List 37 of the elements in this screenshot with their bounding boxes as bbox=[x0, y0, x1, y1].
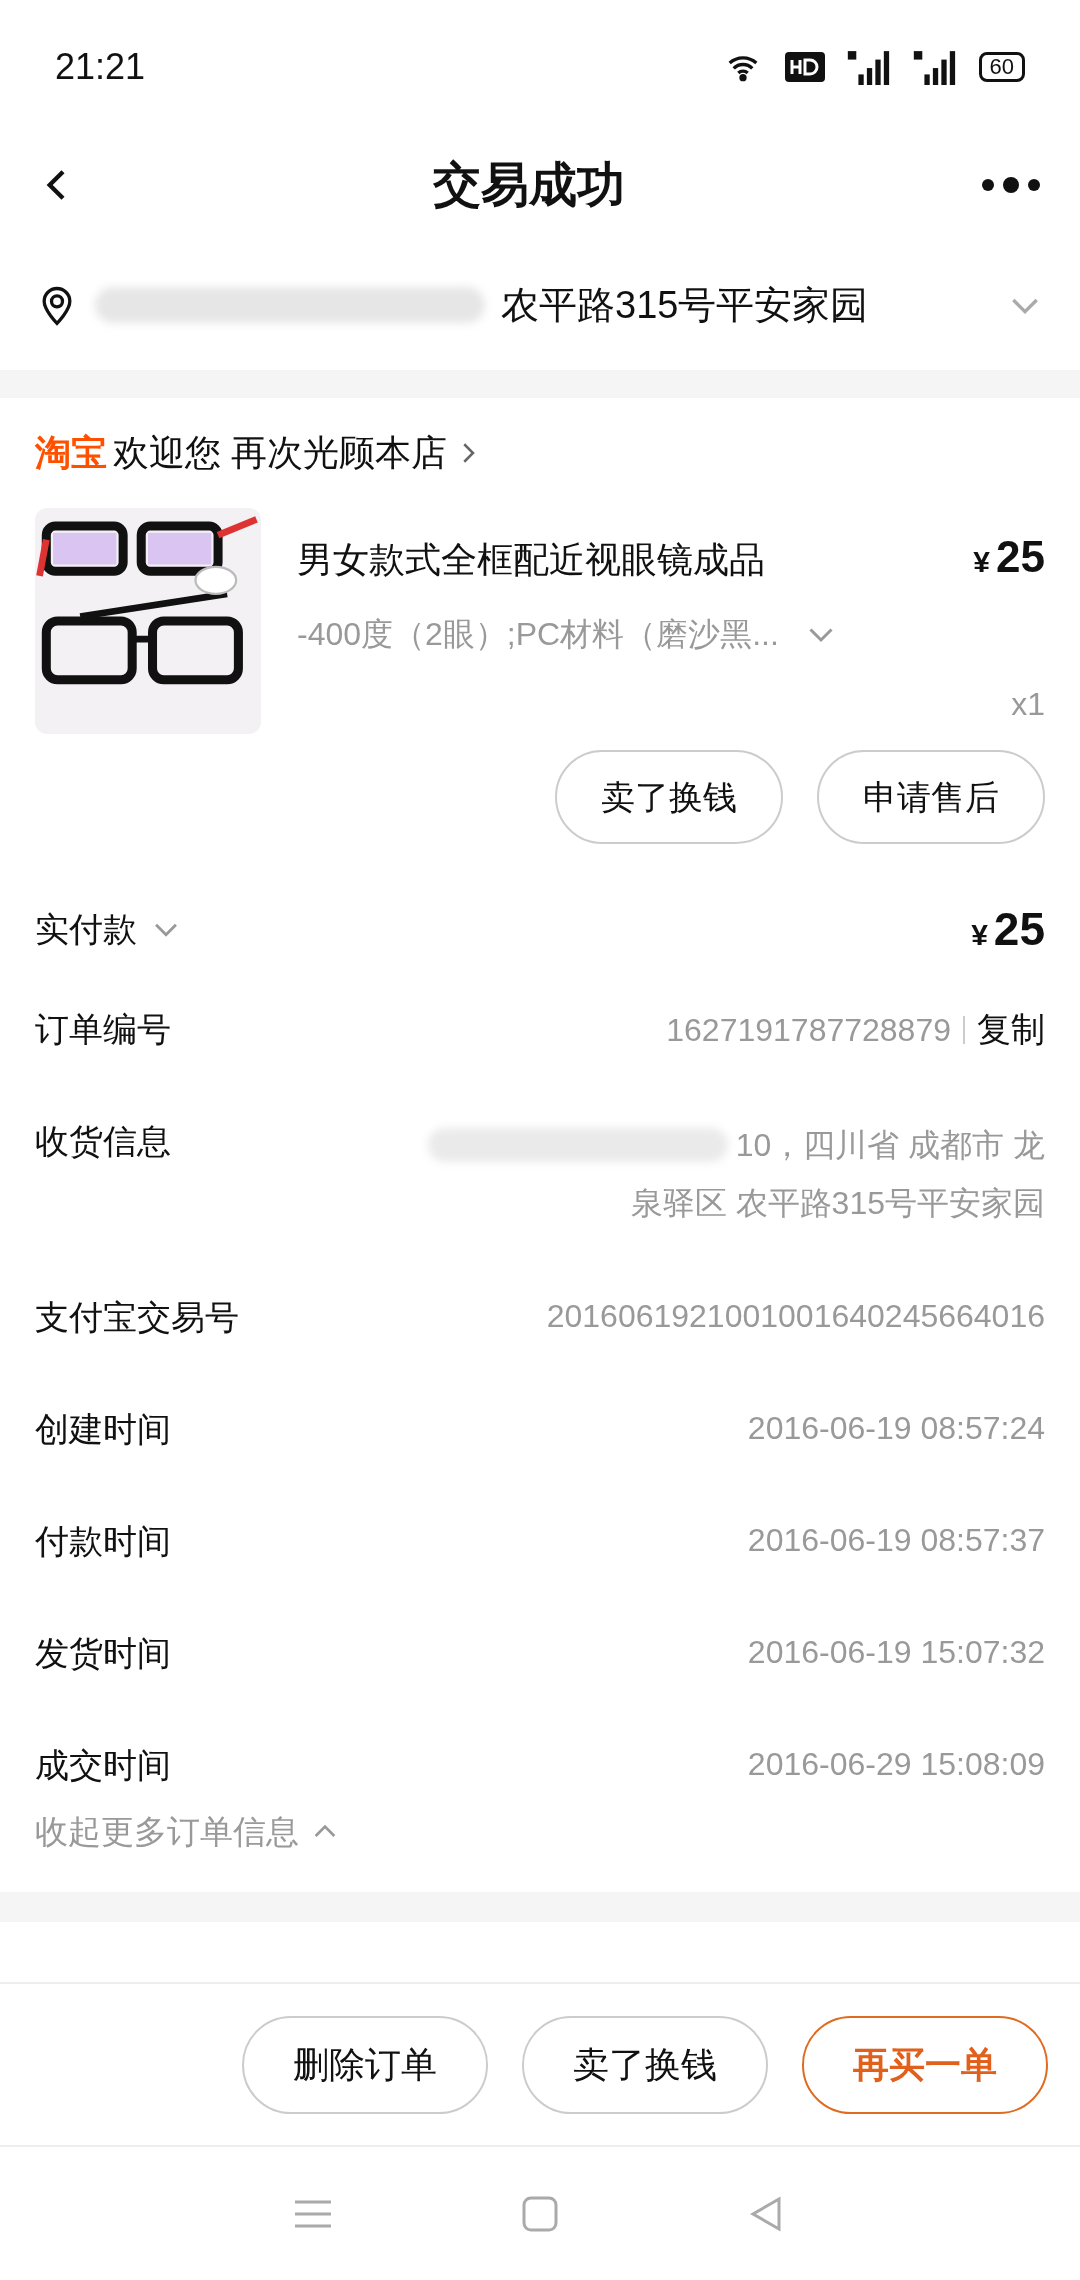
product-title[interactable]: 男女款式全框配近视眼镜成品 bbox=[297, 533, 765, 587]
status-time: 21:21 bbox=[55, 45, 146, 89]
address-text: 农平路315号平安家园 bbox=[501, 282, 870, 328]
info-value: 1627191787728879 bbox=[666, 1010, 951, 1050]
info-label: 发货时间 bbox=[35, 1633, 171, 1674]
payment-label: 实付款 bbox=[35, 908, 137, 950]
signal-icon bbox=[846, 49, 891, 85]
quantity-text: x1 bbox=[1011, 685, 1045, 724]
info-value: 10，四川省 成都市 龙 bbox=[735, 1126, 1045, 1165]
info-value: 2016061921001001640245664016 bbox=[546, 1297, 1045, 1336]
brand-label: 淘宝 bbox=[35, 431, 107, 475]
shop-name[interactable]: 欢迎您 再次光顾本店 bbox=[113, 426, 447, 480]
info-label: 创建时间 bbox=[35, 1409, 171, 1450]
copy-link[interactable]: 复制 bbox=[977, 1004, 1045, 1055]
info-value: 2016-06-19 15:07:32 bbox=[747, 1633, 1045, 1672]
info-value: 2016-06-29 15:08:09 bbox=[747, 1745, 1045, 1784]
info-value: 2016-06-19 08:57:24 bbox=[747, 1409, 1045, 1448]
page-title: 交易成功 bbox=[433, 157, 625, 213]
info-label: 收货信息 bbox=[35, 1121, 171, 1162]
product-price: ¥25 bbox=[973, 531, 1045, 583]
signal-icon bbox=[912, 49, 957, 85]
info-value: 2016-06-19 08:57:37 bbox=[747, 1521, 1045, 1560]
info-label: 订单编号 bbox=[35, 1009, 171, 1050]
info-value: 泉驿区 农平路315号平安家园 bbox=[630, 1184, 1045, 1223]
info-label: 成交时间 bbox=[35, 1745, 171, 1786]
bottom-action-button[interactable]: 再买一单 bbox=[802, 2015, 1048, 2114]
payment-amount: ¥25 bbox=[971, 901, 1045, 957]
info-label: 付款时间 bbox=[35, 1521, 171, 1562]
hd-icon bbox=[784, 52, 825, 82]
bottom-action-button[interactable]: 删除订单 bbox=[242, 2015, 488, 2114]
action-button[interactable]: 申请售后 bbox=[817, 750, 1045, 844]
sku-text: -400度（2眼）;PC材料（磨沙黑... bbox=[297, 615, 779, 654]
bottom-action-button[interactable]: 卖了换钱 bbox=[522, 2015, 768, 2114]
action-button[interactable]: 卖了换钱 bbox=[555, 750, 783, 844]
battery-indicator: 60 bbox=[978, 52, 1025, 82]
info-label: 支付宝交易号 bbox=[35, 1297, 239, 1338]
more-icon[interactable] bbox=[980, 175, 1042, 195]
